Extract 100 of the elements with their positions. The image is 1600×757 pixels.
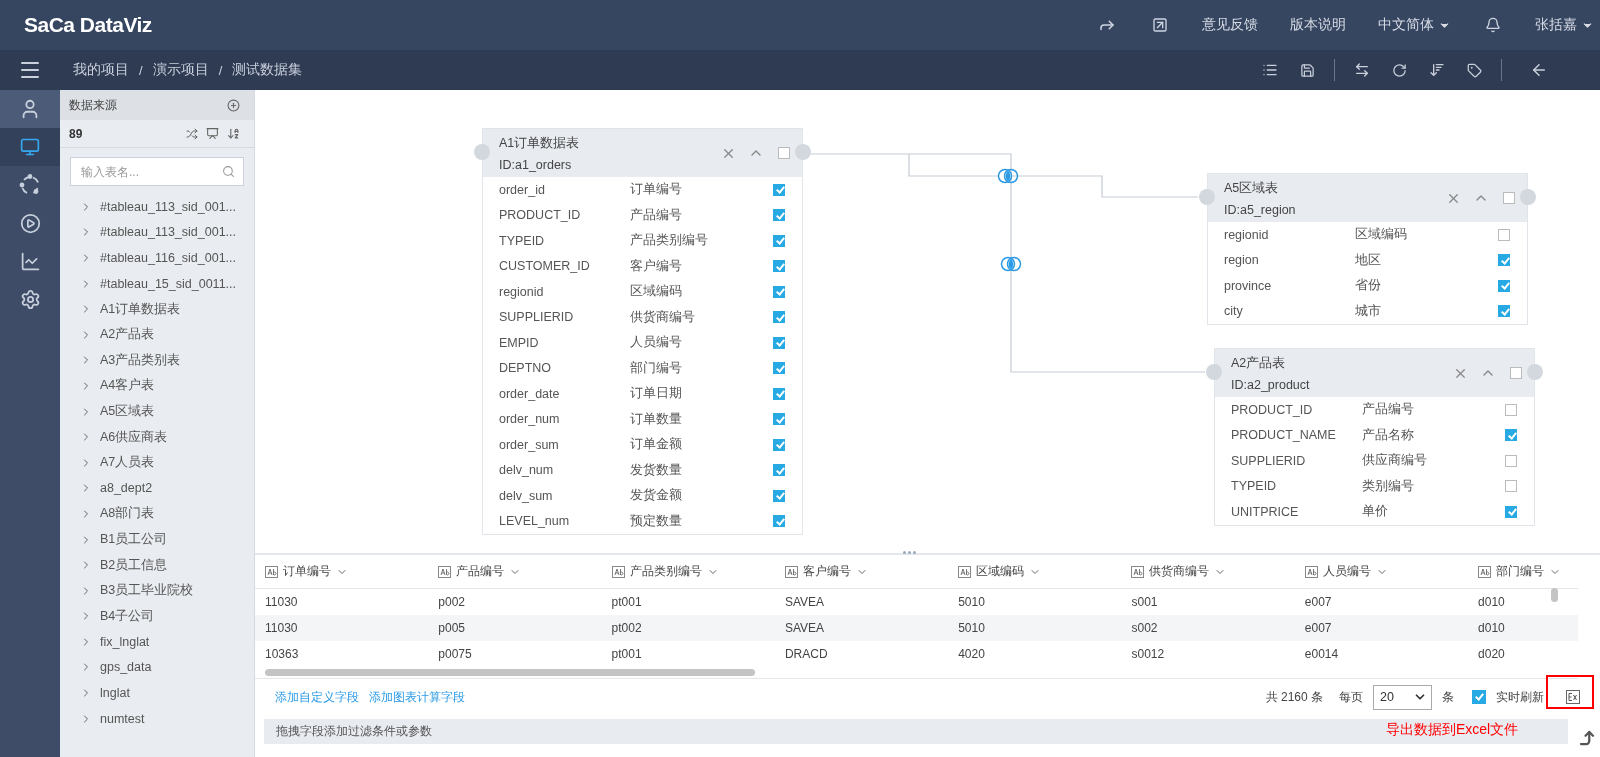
table-cell-text: pt001: [611, 647, 643, 661]
table-list-item[interactable]: #tableau_113_sid_001...: [60, 194, 254, 220]
table-cell-text: p002: [438, 595, 466, 609]
field-name: region: [1224, 253, 1260, 268]
field-name: regionid: [499, 284, 545, 299]
app-logo: SaCa DataViz: [24, 13, 152, 37]
table-id: ID:a5_region: [1224, 202, 1297, 217]
field-name: UNITPRICE: [1231, 504, 1300, 519]
column-header[interactable]: 区域编码: [976, 563, 1025, 580]
table-list-item[interactable]: B2员工信息: [60, 552, 254, 578]
field-label: 人员编号: [630, 334, 683, 352]
field-name: SUPPLIERID: [499, 310, 575, 325]
field-name: LEVEL_num: [499, 514, 571, 529]
table-name: #tableau_113_sid_001...: [100, 199, 236, 214]
table-name: A8部门表: [100, 505, 155, 523]
header-link[interactable]: 意见反馈: [1202, 16, 1258, 34]
column-header[interactable]: 订单编号: [283, 563, 331, 580]
field-label: 订单编号: [630, 181, 683, 199]
field-label: 客户编号: [630, 257, 683, 275]
user-menu[interactable]: 张括嘉: [1535, 16, 1594, 34]
table-name: A2产品表: [100, 326, 155, 344]
table-list-item[interactable]: B4子公司: [60, 603, 254, 630]
total-count: 共 2160 条: [1265, 688, 1323, 706]
field-label: 产品类别编号: [630, 232, 709, 250]
table-list-item[interactable]: numtest: [60, 705, 254, 732]
field-label: 地区: [1355, 251, 1382, 269]
table-list-item[interactable]: lnglat: [60, 680, 254, 706]
table-list-item[interactable]: a8_dept2: [60, 475, 254, 502]
field-label: 预定数量: [630, 512, 683, 530]
table-cell-text: SAVEA: [784, 595, 826, 609]
table-name: A4客户表: [100, 377, 155, 395]
table-list-item[interactable]: A3产品类别表: [60, 347, 254, 374]
table-cell-text: d020: [1478, 647, 1506, 661]
table-list-item[interactable]: B3员工毕业院校: [60, 577, 254, 604]
page-size-select[interactable]: 20: [1373, 684, 1432, 710]
field-name: regionid: [1224, 227, 1270, 242]
column-header[interactable]: 部门编号: [1496, 563, 1545, 580]
field-name: order_sum: [499, 437, 560, 452]
search-field[interactable]: 输入表名...: [70, 157, 244, 186]
field-label: 单价: [1362, 503, 1389, 521]
field-label: 发货金额: [630, 487, 683, 505]
breadcrumb-item[interactable]: 我的项目: [73, 61, 129, 79]
column-header[interactable]: 供货商编号: [1149, 563, 1210, 580]
table-node[interactable]: A5区域表 ID:a5_region regionid 区域编码 region 地区 province 省份 city 城市: [1207, 173, 1528, 325]
table-cell-text: p005: [438, 621, 466, 635]
header-link[interactable]: 版本说明: [1290, 16, 1346, 34]
breadcrumb-item[interactable]: 演示项目: [152, 61, 209, 79]
field-label: 产品编号: [1362, 401, 1415, 419]
table-list-item[interactable]: #tableau_15_sid_0011...: [60, 270, 254, 297]
table-list-item[interactable]: A4客户表: [60, 373, 254, 399]
table-list-item[interactable]: A8部门表: [60, 501, 254, 527]
table-list-item[interactable]: A2产品表: [60, 321, 254, 348]
field-name: TYPEID: [1231, 479, 1278, 494]
table-name: A1订单数据表: [100, 300, 181, 318]
field-name: order_num: [499, 412, 561, 427]
table-name: #tableau_116_sid_001...: [100, 251, 236, 265]
field-name: PRODUCT_ID: [1231, 402, 1314, 417]
table-list-item[interactable]: A6供应商表: [60, 424, 254, 450]
table-name: A6供应商表: [100, 428, 168, 446]
table-cell-text: pt002: [611, 621, 643, 635]
table-cell-text: e007: [1304, 595, 1333, 609]
table-name: A1订单数据表: [499, 134, 581, 152]
table-cell-text: 11030: [265, 621, 299, 635]
field-label: 部门编号: [630, 359, 683, 377]
page-size-label: 每页: [1339, 688, 1363, 706]
table-name: A3产品类别表: [100, 351, 181, 369]
column-header[interactable]: 人员编号: [1322, 563, 1371, 580]
table-name: numtest: [100, 711, 145, 726]
table-name: A7人员表: [100, 454, 155, 472]
column-header[interactable]: 产品编号: [456, 563, 505, 580]
column-header[interactable]: 产品类别编号: [629, 563, 702, 580]
column-header[interactable]: 客户编号: [802, 563, 851, 580]
table-list-item[interactable]: fix_lnglat: [60, 629, 254, 655]
table-list-item[interactable]: A1订单数据表: [60, 296, 254, 322]
table-id: ID:a2_product: [1231, 377, 1311, 392]
table-name: #tableau_15_sid_0011...: [100, 276, 236, 291]
breadcrumb-item: 测试数据集: [232, 61, 303, 79]
table-cell-text: 10363: [265, 647, 300, 661]
drop-hint: 拖拽字段添加过滤条件或参数: [276, 723, 432, 740]
breadcrumb-separator: /: [139, 62, 143, 78]
table-name: B4子公司: [100, 607, 155, 625]
breadcrumb-separator: /: [218, 62, 223, 78]
table-cell-text: 5010: [958, 621, 986, 635]
field-name: CUSTOMER_ID: [499, 259, 591, 274]
table-list-item[interactable]: A7人员表: [60, 449, 254, 476]
field-label: 供货商编号: [630, 308, 696, 326]
table-list-item[interactable]: gps_data: [60, 654, 254, 681]
field-name: order_date: [499, 386, 561, 401]
table-node[interactable]: A2产品表 ID:a2_product PRODUCT_ID 产品编号 PRODUCT_NAME 产品名称 SUPPLIERID 供应商编号 TYPEID 类别编号 UNITPRICE 单价: [1214, 348, 1535, 526]
table-list-item[interactable]: B1员工公司: [60, 526, 254, 553]
table-name: B3员工毕业院校: [100, 582, 194, 600]
table-list-item[interactable]: A5区域表: [60, 398, 254, 425]
field-name: delv_num: [499, 463, 555, 478]
table-list-item[interactable]: #tableau_113_sid_001...: [60, 219, 254, 246]
table-cell-text: d010: [1478, 595, 1506, 609]
language-dropdown[interactable]: 中文简体: [1378, 16, 1451, 34]
table-id: ID:a1_orders: [499, 157, 573, 172]
table-list-item[interactable]: #tableau_116_sid_001...: [60, 245, 254, 271]
field-name: delv_sum: [499, 488, 554, 503]
field-name: province: [1224, 278, 1273, 293]
